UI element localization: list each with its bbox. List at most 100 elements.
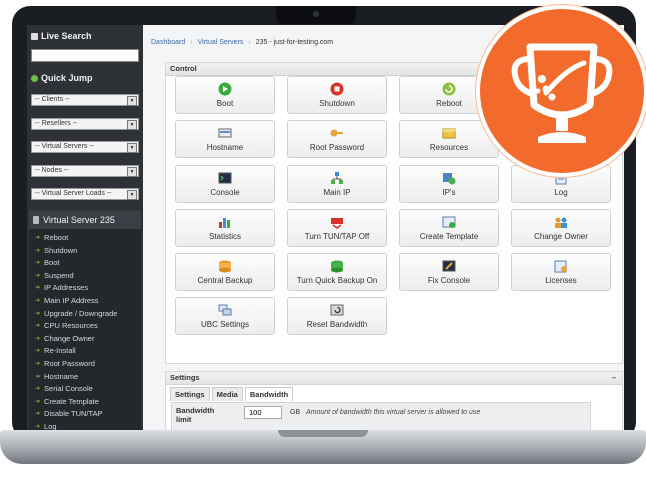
- select-resellers[interactable]: -- Resellers -- ▼: [31, 118, 139, 130]
- chevron-down-icon: ▼: [127, 120, 137, 130]
- chevron-down-icon: ▼: [127, 96, 137, 106]
- sidebar-link-label: Hostname: [44, 371, 79, 381]
- arrow-right-icon: ➔: [35, 424, 41, 430]
- sidebar-link-label: Boot: [44, 258, 60, 268]
- control-main-ip-button[interactable]: Main IP: [287, 165, 387, 203]
- bandwidth-form: Bandwidth limit 100 GB Amount of bandwid…: [171, 402, 591, 430]
- settings-tabs: Settings Media Bandwidth: [170, 387, 294, 401]
- control-reset-bandwidth-button[interactable]: Reset Bandwidth: [287, 297, 387, 335]
- arrow-right-icon: ➔: [35, 386, 41, 393]
- tab-media[interactable]: Media: [211, 387, 243, 401]
- control-shutdown-button[interactable]: Shutdown: [287, 76, 387, 114]
- control-title: Control: [170, 64, 197, 73]
- quick-jump-label: Quick Jump: [41, 73, 93, 83]
- sidebar-link-shutdown[interactable]: ➔ Shutdown: [35, 246, 77, 255]
- chevron-down-icon: ▼: [127, 167, 137, 177]
- play-icon: [217, 82, 233, 96]
- live-search-input[interactable]: [31, 49, 139, 62]
- control-root-password-button[interactable]: Root Password: [287, 120, 387, 158]
- arrow-right-icon: ➔: [35, 285, 41, 292]
- control-button-label: Licenses: [545, 276, 577, 285]
- select-virtual-servers[interactable]: -- Virtual Servers -- ▼: [31, 141, 139, 153]
- control-console-button[interactable]: Console: [175, 165, 275, 203]
- license-icon: [553, 259, 569, 273]
- tuntap-icon: [329, 215, 345, 229]
- sidebar-link-suspend[interactable]: ➔ Suspend: [35, 271, 74, 280]
- quick-backup-icon: [329, 259, 345, 273]
- control-button-label: Log: [554, 188, 568, 197]
- control-button-label: Main IP: [323, 188, 351, 197]
- select-virtual-server-loads[interactable]: -- Virtual Server Loads -- ▼: [31, 188, 139, 200]
- breadcrumb-dashboard[interactable]: Dashboard: [151, 39, 185, 46]
- fix-console-icon: [441, 259, 457, 273]
- sidebar-link-change-owner[interactable]: ➔ Change Owner: [35, 334, 94, 343]
- control-fix-console-button[interactable]: Fix Console: [399, 253, 499, 291]
- arrow-right-icon: ➔: [35, 298, 41, 304]
- select-clients[interactable]: -- Clients -- ▼: [31, 94, 139, 106]
- arrow-right-icon: ➔: [35, 323, 41, 330]
- control-button-label: IP's: [442, 188, 456, 197]
- control-button-label: Reset Bandwidth: [306, 320, 368, 329]
- bandwidth-limit-label: Bandwidth limit: [176, 406, 215, 424]
- reboot-icon: [441, 82, 457, 96]
- ubc-icon: [217, 303, 233, 317]
- sidebar-link-label: Main IP Address: [44, 296, 99, 305]
- sidebar-link-hostname[interactable]: ➔ Hostname: [35, 372, 78, 381]
- sidebar-link-label: Root Password: [44, 359, 95, 368]
- bandwidth-limit-input[interactable]: 100: [244, 406, 282, 419]
- control-change-owner-button[interactable]: Change Owner: [511, 209, 611, 247]
- sidebar-link-re-install[interactable]: ➔ Re-Install: [35, 346, 76, 355]
- sidebar-link-label: Create Template: [44, 396, 99, 406]
- breadcrumb-virtual-servers[interactable]: Virtual Servers: [198, 39, 244, 46]
- control-licenses-button[interactable]: Licenses: [511, 253, 611, 291]
- search-icon: [31, 32, 38, 40]
- sidebar-link-label: CPU Resources: [44, 321, 98, 331]
- users-icon: [553, 215, 569, 229]
- arrow-right-icon: ➔: [35, 272, 41, 279]
- control-statistics-button[interactable]: Statistics: [175, 209, 275, 247]
- select-loads-value: -- Virtual Server Loads --: [35, 190, 112, 197]
- control-central-backup-button[interactable]: Central Backup: [175, 253, 275, 291]
- control-create-template-button[interactable]: Create Template: [399, 209, 499, 247]
- bandwidth-help-text: Amount of bandwidth this virtual server …: [306, 409, 481, 416]
- breadcrumb-separator-icon: ›: [190, 38, 193, 46]
- breadcrumb-current-server[interactable]: 235 - just-for-testing.com: [256, 39, 333, 46]
- sidebar-link-label: IP Addresses: [44, 283, 89, 293]
- arrow-right-icon: ➔: [35, 247, 41, 254]
- control-turn-tun-tap-off-button[interactable]: Turn TUN/TAP Off: [287, 209, 387, 247]
- live-search-label: Live Search: [41, 31, 92, 41]
- select-nodes[interactable]: -- Nodes -- ▼: [31, 165, 139, 177]
- template-icon: [441, 215, 457, 229]
- breadcrumb: Dashboard › Virtual Servers › 235 - just…: [151, 35, 333, 49]
- sidebar-link-root-password[interactable]: ➔ Root Password: [35, 359, 95, 368]
- control-button-label: Fix Console: [427, 276, 471, 285]
- sidebar-link-create-template[interactable]: ➔ Create Template: [35, 397, 99, 406]
- control-boot-button[interactable]: Boot: [175, 76, 275, 114]
- tab-settings[interactable]: Settings: [170, 387, 210, 401]
- control-hostname-button[interactable]: Hostname: [175, 120, 275, 158]
- sidebar-link-ip-addresses[interactable]: ➔ IP Addresses: [35, 283, 88, 292]
- sidebar-link-label: Upgrade / Downgrade: [44, 308, 118, 318]
- globe-icon: [31, 74, 38, 82]
- reset-icon: [329, 303, 345, 317]
- control-turn-quick-backup-on-button[interactable]: Turn Quick Backup On: [287, 253, 387, 291]
- chevron-down-icon: ▼: [127, 143, 137, 153]
- tab-bandwidth[interactable]: Bandwidth: [244, 387, 294, 401]
- sidebar-link-cpu-resources[interactable]: ➔ CPU Resources: [35, 321, 98, 330]
- sidebar-link-log[interactable]: ➔ Log: [35, 422, 57, 430]
- sidebar-link-upgrade-downgrade[interactable]: ➔ Upgrade / Downgrade: [35, 309, 117, 318]
- sidebar-link-boot[interactable]: ➔ Boot: [35, 258, 59, 267]
- statistics-icon: [217, 215, 233, 229]
- sidebar-link-main-ip-address[interactable]: ➔ Main IP Address: [35, 296, 99, 305]
- server-icon: [33, 216, 39, 224]
- arrow-right-icon: ➔: [35, 235, 41, 241]
- control-ubc-settings-button[interactable]: UBC Settings: [175, 297, 275, 335]
- sidebar-link-serial-console[interactable]: ➔ Serial Console: [35, 384, 93, 393]
- sidebar-link-disable-tun-tap[interactable]: ➔ Disable TUN/TAP: [35, 409, 103, 418]
- select-resellers-value: -- Resellers --: [35, 120, 78, 127]
- console-icon: [217, 171, 233, 185]
- camera-icon: [313, 11, 319, 17]
- minimize-icon[interactable]: –: [612, 372, 616, 384]
- sidebar-link-reboot[interactable]: ➔ Reboot: [35, 233, 68, 242]
- stop-icon: [329, 82, 345, 96]
